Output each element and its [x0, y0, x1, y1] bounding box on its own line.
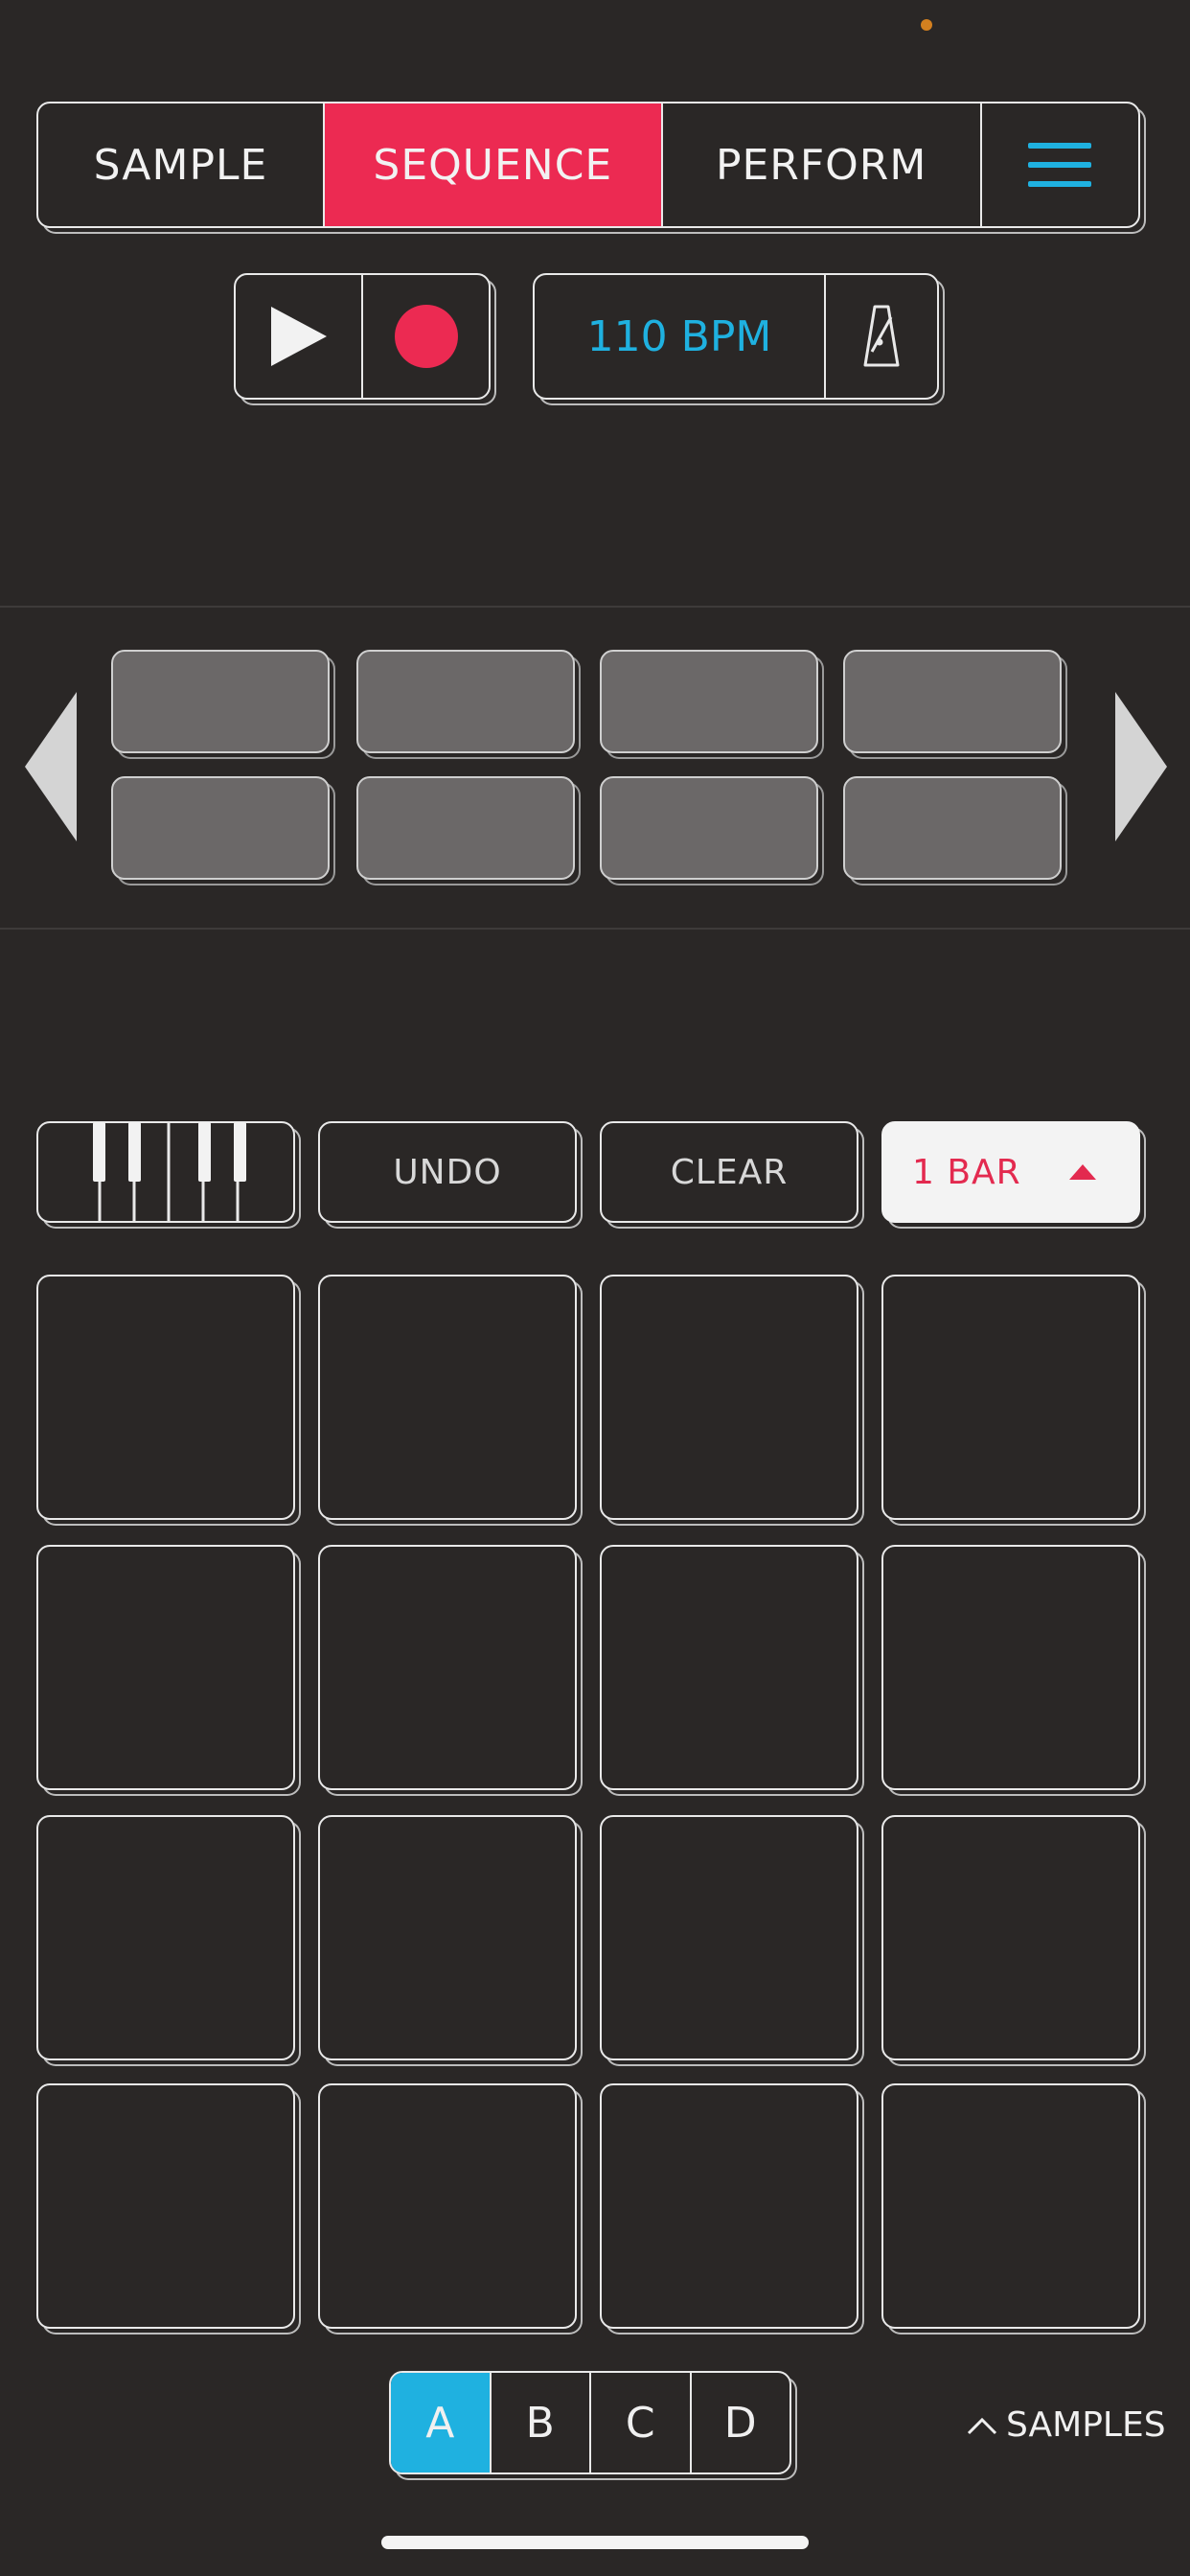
record-icon: [394, 305, 458, 368]
record-button[interactable]: [363, 275, 489, 398]
pad[interactable]: [881, 1275, 1140, 1520]
pad[interactable]: [36, 1815, 295, 2060]
pad[interactable]: [600, 1815, 858, 2060]
menu-button[interactable]: [982, 104, 1138, 226]
mode-tab-bar: SAMPLE SEQUENCE PERFORM: [36, 102, 1140, 228]
pad[interactable]: [36, 1545, 295, 1790]
bank-c-button[interactable]: C: [591, 2373, 692, 2472]
section-divider: [0, 928, 1190, 930]
pad[interactable]: [600, 1545, 858, 1790]
chevron-left-icon: [25, 692, 77, 841]
pad[interactable]: [881, 1545, 1140, 1790]
pattern-next-button[interactable]: [1113, 690, 1169, 847]
pad[interactable]: [318, 1545, 577, 1790]
pattern-slot[interactable]: [600, 650, 818, 753]
chevron-up-icon: [967, 2417, 997, 2434]
pad[interactable]: [600, 2083, 858, 2329]
metronome-icon: [863, 305, 900, 367]
pad[interactable]: [600, 1275, 858, 1520]
hamburger-menu-icon: [1028, 143, 1092, 187]
pattern-slot[interactable]: [356, 650, 575, 753]
pattern-slot[interactable]: [356, 776, 575, 880]
bank-b-button[interactable]: B: [492, 2373, 591, 2472]
pad[interactable]: [881, 1815, 1140, 2060]
pattern-slot[interactable]: [600, 776, 818, 880]
bar-length-label: 1 BAR: [912, 1152, 1021, 1192]
transport-controls: [234, 273, 491, 400]
pad[interactable]: [36, 2083, 295, 2329]
samples-drawer-button[interactable]: SAMPLES: [966, 2405, 1166, 2445]
chevron-right-icon: [1115, 692, 1167, 841]
keyboard-button[interactable]: [36, 1121, 295, 1223]
bpm-display[interactable]: 110 BPM: [535, 275, 826, 398]
pattern-slot[interactable]: [843, 776, 1062, 880]
pad[interactable]: [318, 2083, 577, 2329]
pad[interactable]: [881, 2083, 1140, 2329]
tab-sample[interactable]: SAMPLE: [38, 104, 325, 226]
play-icon: [270, 307, 327, 366]
pattern-prev-button[interactable]: [23, 690, 79, 847]
metronome-button[interactable]: [826, 275, 937, 398]
piano-keyboard-icon: [93, 1122, 246, 1222]
undo-button[interactable]: UNDO: [318, 1121, 577, 1223]
pattern-slot[interactable]: [843, 650, 1062, 753]
samples-label: SAMPLES: [1006, 2405, 1166, 2445]
play-button[interactable]: [236, 275, 363, 398]
bar-length-button[interactable]: 1 BAR: [881, 1121, 1140, 1223]
pattern-slot[interactable]: [111, 650, 330, 753]
home-indicator[interactable]: [381, 2536, 809, 2549]
pattern-slot[interactable]: [111, 776, 330, 880]
section-divider: [0, 606, 1190, 608]
pad[interactable]: [318, 1815, 577, 2060]
bank-d-button[interactable]: D: [692, 2373, 790, 2472]
bank-selector: A B C D: [389, 2371, 791, 2474]
status-indicator-dot: [921, 19, 932, 31]
pad[interactable]: [36, 1275, 295, 1520]
pad[interactable]: [318, 1275, 577, 1520]
triangle-up-icon: [1069, 1164, 1096, 1180]
tab-perform[interactable]: PERFORM: [663, 104, 982, 226]
bank-a-button[interactable]: A: [391, 2373, 492, 2472]
tempo-control: 110 BPM: [533, 273, 939, 400]
clear-button[interactable]: CLEAR: [600, 1121, 858, 1223]
tab-sequence[interactable]: SEQUENCE: [324, 104, 663, 226]
